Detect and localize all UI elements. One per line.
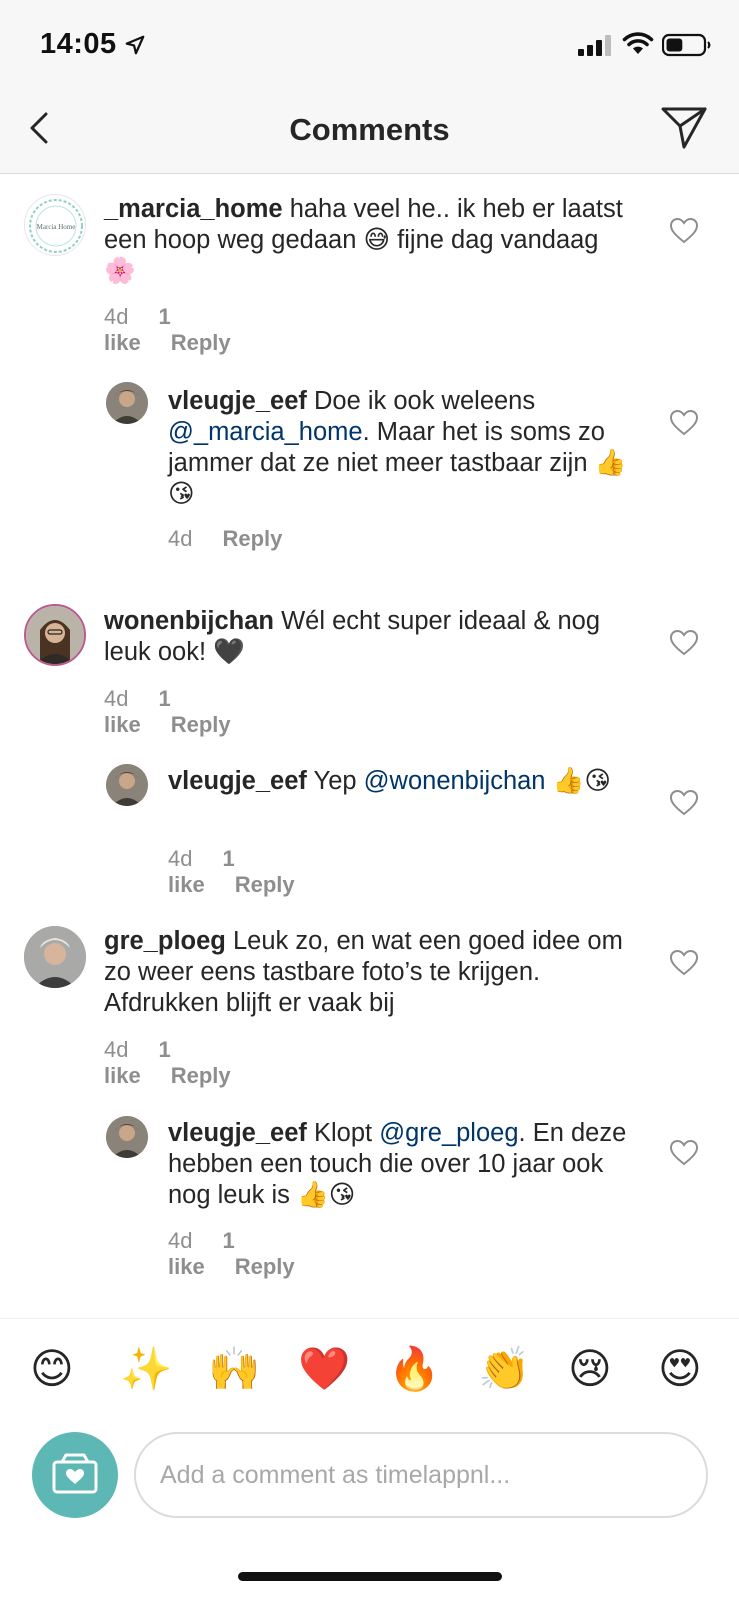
- mention-link[interactable]: @gre_ploeg: [379, 1119, 518, 1147]
- comment-username[interactable]: vleugje_eef: [168, 767, 307, 795]
- comment-text: vleugje_eef Doe ik ook weleens @_marcia_…: [168, 386, 636, 510]
- comment-meta: 4d 1 like Reply: [104, 1037, 261, 1089]
- reply-button[interactable]: Reply: [235, 872, 295, 897]
- heart-icon[interactable]: [670, 630, 698, 656]
- heart-icon[interactable]: [670, 218, 698, 244]
- emoji-smile-button[interactable]: 😊: [30, 1345, 74, 1393]
- emoji-heart-button[interactable]: ❤️: [298, 1345, 350, 1393]
- reply-button[interactable]: Reply: [171, 1063, 231, 1088]
- emoji-heart-eyes-button[interactable]: 😍: [658, 1345, 702, 1393]
- comment-body: Doe ik ook weleens: [306, 387, 536, 415]
- comment-input[interactable]: [134, 1432, 708, 1518]
- comment-time: 4d: [168, 1228, 193, 1253]
- reply-button[interactable]: Reply: [171, 712, 231, 737]
- comment-meta: 4d Reply: [168, 526, 312, 552]
- comment-body: Yep: [306, 767, 364, 795]
- avatar[interactable]: [106, 382, 148, 424]
- comment-meta: 4d 1 like Reply: [104, 686, 261, 738]
- comment-time: 4d: [104, 304, 129, 329]
- comment-text: vleugje_eef Klopt @gre_ploeg. En deze he…: [168, 1118, 636, 1211]
- navigation-bar: Comments: [0, 92, 739, 174]
- reply-button[interactable]: Reply: [171, 330, 231, 355]
- avatar[interactable]: Marcia Home: [24, 194, 86, 256]
- paper-plane-icon[interactable]: [660, 104, 708, 150]
- comment-text: _marcia_home haha veel he.. ik heb er la…: [104, 194, 634, 287]
- camera-button[interactable]: [32, 1432, 118, 1518]
- emoji-raised-hands-button[interactable]: 🙌: [208, 1345, 260, 1393]
- avatar[interactable]: [106, 764, 148, 806]
- marcia-home-logo: Marcia Home: [29, 199, 83, 253]
- comment-meta: 4d 1 like Reply: [168, 1228, 325, 1280]
- emoji-cry-button[interactable]: 😢: [568, 1345, 612, 1393]
- battery-icon: [662, 33, 711, 57]
- emoji-reaction-bar: 😊 ✨ 🙌 ❤️ 🔥 👏 😢 😍: [0, 1318, 739, 1416]
- comment-username[interactable]: gre_ploeg: [104, 927, 226, 955]
- heart-icon[interactable]: [670, 790, 698, 816]
- emoji-clap-button[interactable]: 👏: [478, 1345, 530, 1393]
- profile-photo: [26, 606, 84, 664]
- mention-link[interactable]: @wonenbijchan: [364, 767, 546, 795]
- comment-time: 4d: [168, 526, 193, 551]
- reply-button[interactable]: Reply: [235, 1254, 295, 1279]
- comment-username[interactable]: vleugje_eef: [168, 1119, 307, 1147]
- profile-photo: [106, 382, 148, 424]
- profile-photo: [106, 1116, 148, 1158]
- emoji-fire-button[interactable]: 🔥: [388, 1345, 440, 1393]
- comment-text: gre_ploeg Leuk zo, en wat een goed idee …: [104, 926, 634, 1019]
- comment-meta: 4d 1 like Reply: [104, 304, 261, 356]
- cellular-signal-icon: [578, 35, 611, 56]
- heart-icon[interactable]: [670, 410, 698, 436]
- page-title: Comments: [289, 112, 450, 147]
- heart-icon[interactable]: [670, 1140, 698, 1166]
- comment-text: wonenbijchan Wél echt super ideaal & nog…: [104, 606, 634, 668]
- status-time: 14:05: [40, 28, 117, 60]
- location-arrow-icon: [125, 35, 145, 55]
- comment-body: 👍😘: [545, 767, 611, 795]
- comment-text: vleugje_eef Yep @wonenbijchan 👍😘: [168, 766, 636, 797]
- emoji-sparkles-button[interactable]: ✨: [120, 1345, 172, 1393]
- comments-list: Marcia Home _marcia_home haha veel he.. …: [0, 174, 739, 1318]
- avatar[interactable]: [24, 604, 86, 666]
- comment-username[interactable]: wonenbijchan: [104, 607, 274, 635]
- comment-time: 4d: [104, 1037, 129, 1062]
- wifi-icon: [622, 32, 654, 54]
- profile-photo: [24, 926, 86, 988]
- comment-username[interactable]: _marcia_home: [104, 195, 283, 223]
- comment-body: Klopt: [306, 1119, 380, 1147]
- camera-icon: [52, 1453, 98, 1494]
- avatar[interactable]: [106, 1116, 148, 1158]
- home-indicator: [238, 1572, 502, 1581]
- status-bar: 14:05: [0, 0, 739, 92]
- profile-photo: [106, 764, 148, 806]
- avatar[interactable]: [24, 926, 86, 988]
- comment-username[interactable]: vleugje_eef: [168, 387, 307, 415]
- heart-icon[interactable]: [670, 950, 698, 976]
- comment-time: 4d: [168, 846, 193, 871]
- reply-button[interactable]: Reply: [222, 526, 282, 551]
- mention-link[interactable]: @_marcia_home: [168, 418, 363, 446]
- svg-text:Marcia Home: Marcia Home: [37, 223, 76, 231]
- comment-meta: 4d 1 like Reply: [168, 846, 325, 898]
- comment-time: 4d: [104, 686, 129, 711]
